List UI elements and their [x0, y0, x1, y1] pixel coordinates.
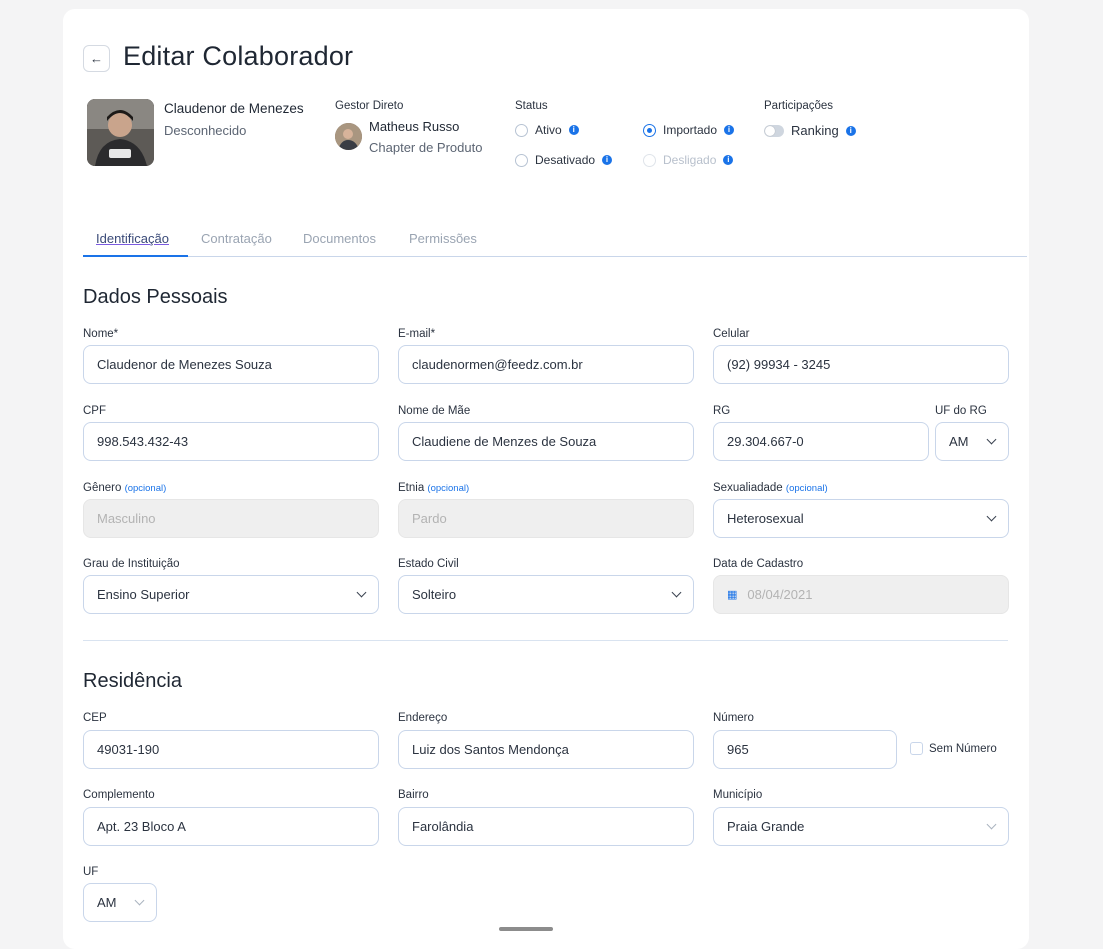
radio-label: Desligado [663, 153, 717, 167]
info-icon[interactable]: i [602, 155, 613, 165]
celular-input[interactable]: (92) 99934 - 3245 [713, 345, 1009, 384]
tab-documentos[interactable]: Documentos [303, 231, 376, 246]
cep-input[interactable]: 49031-190 [83, 730, 379, 769]
uf-label: UF [83, 866, 99, 878]
checkbox-icon [910, 742, 923, 755]
ranking-toggle[interactable] [764, 124, 784, 137]
radio-label: Importado [663, 123, 718, 137]
page-title: Editar Colaborador [123, 41, 354, 71]
info-icon[interactable]: i [845, 125, 856, 136]
sexualidade-label: Sexualiadade (opcional) [713, 482, 828, 494]
etnia-input: Pardo [398, 499, 694, 538]
edit-employee-card: ← Editar Colaborador Claudenor de Meneze… [63, 9, 1029, 949]
cadastro-input: ▦ 08/04/2021 [713, 575, 1009, 614]
numero-input[interactable]: 965 [713, 730, 897, 769]
radio-label: Ativo [535, 123, 562, 137]
cep-label: CEP [83, 712, 107, 724]
employee-name: Claudenor de Menezes [164, 101, 304, 116]
chevron-down-icon [986, 434, 997, 445]
status-radio-importado[interactable]: Importado i [643, 123, 735, 137]
grau-label: Grau de Instituição [83, 558, 180, 570]
complemento-input[interactable]: Apt. 23 Bloco A [83, 807, 379, 846]
sem-numero-checkbox[interactable]: Sem Número [910, 742, 997, 755]
status-radio-desativado[interactable]: Desativado i [515, 153, 613, 167]
rg-label: RG [713, 405, 731, 417]
ranking-label: Ranking [791, 123, 839, 138]
mae-label: Nome de Mãe [398, 405, 471, 417]
etnia-label: Etnia (opcional) [398, 482, 470, 494]
tabs-divider [83, 256, 1027, 257]
uf-select[interactable]: AM [83, 883, 157, 922]
municipio-label: Município [713, 789, 763, 801]
email-label: E-mail* [398, 328, 436, 340]
info-icon[interactable]: i [724, 125, 735, 135]
bairro-input[interactable]: Farolândia [398, 807, 694, 846]
status-radio-desligado: Desligado i [643, 153, 734, 167]
chevron-down-icon [986, 511, 997, 522]
section-title-residence: Residência [83, 670, 182, 692]
nome-input[interactable]: Claudenor de Menezes Souza [83, 345, 379, 384]
sexualidade-select[interactable]: Heterosexual [713, 499, 1009, 538]
tab-contratacao[interactable]: Contratação [201, 231, 272, 246]
back-button[interactable]: ← [83, 45, 110, 72]
radio-circle-icon [515, 153, 528, 167]
manager-avatar [335, 123, 362, 150]
uf-rg-label: UF do RG [935, 405, 987, 417]
celular-label: Celular [713, 328, 750, 340]
radio-label: Desativado [535, 153, 596, 167]
calendar-icon: ▦ [727, 589, 738, 601]
cadastro-label: Data de Cadastro [713, 558, 804, 570]
email-input[interactable]: claudenormen@feedz.com.br [398, 345, 694, 384]
radio-circle-icon [643, 153, 656, 167]
info-icon[interactable]: i [723, 155, 734, 165]
employee-subtitle: Desconhecido [164, 123, 247, 138]
scroll-handle[interactable] [499, 927, 553, 931]
section-title-personal: Dados Pessoais [83, 286, 228, 308]
status-label: Status [515, 100, 548, 112]
estado-civil-label: Estado Civil [398, 558, 459, 570]
mae-input[interactable]: Claudiene de Menzes de Souza [398, 422, 694, 461]
manager-label: Gestor Direto [335, 100, 404, 112]
tab-permissoes[interactable]: Permissões [409, 231, 477, 246]
estado-civil-select[interactable]: Solteiro [398, 575, 694, 614]
chevron-down-icon [986, 819, 997, 830]
manager-subtitle: Chapter de Produto [369, 140, 483, 155]
cpf-label: CPF [83, 405, 106, 417]
active-tab-indicator [83, 255, 188, 257]
uf-rg-select[interactable]: AM [935, 422, 1009, 461]
cpf-input[interactable]: 998.543.432-43 [83, 422, 379, 461]
bairro-label: Bairro [398, 789, 429, 801]
ranking-toggle-row: Ranking i [764, 123, 856, 138]
status-radio-ativo[interactable]: Ativo i [515, 123, 579, 137]
manager-name: Matheus Russo [369, 119, 460, 134]
radio-circle-icon [515, 123, 528, 137]
complemento-label: Complemento [83, 789, 155, 801]
rg-input[interactable]: 29.304.667-0 [713, 422, 929, 461]
chevron-down-icon [356, 587, 367, 598]
employee-avatar [87, 99, 154, 166]
section-divider [83, 640, 1008, 641]
municipio-select[interactable]: Praia Grande [713, 807, 1009, 846]
grau-select[interactable]: Ensino Superior [83, 575, 379, 614]
tab-identificacao[interactable]: Identificação [96, 231, 169, 246]
arrow-left-icon: ← [90, 51, 103, 66]
numero-label: Número [713, 712, 754, 724]
genero-label: Gênero (opcional) [83, 482, 167, 494]
radio-selected-icon [643, 123, 656, 137]
endereco-label: Endereço [398, 712, 448, 724]
endereco-input[interactable]: Luiz dos Santos Mendonça [398, 730, 694, 769]
chevron-down-icon [671, 587, 682, 598]
genero-input: Masculino [83, 499, 379, 538]
nome-label: Nome* [83, 328, 119, 340]
chevron-down-icon [134, 895, 145, 906]
participations-label: Participações [764, 100, 834, 112]
info-icon[interactable]: i [568, 125, 579, 135]
